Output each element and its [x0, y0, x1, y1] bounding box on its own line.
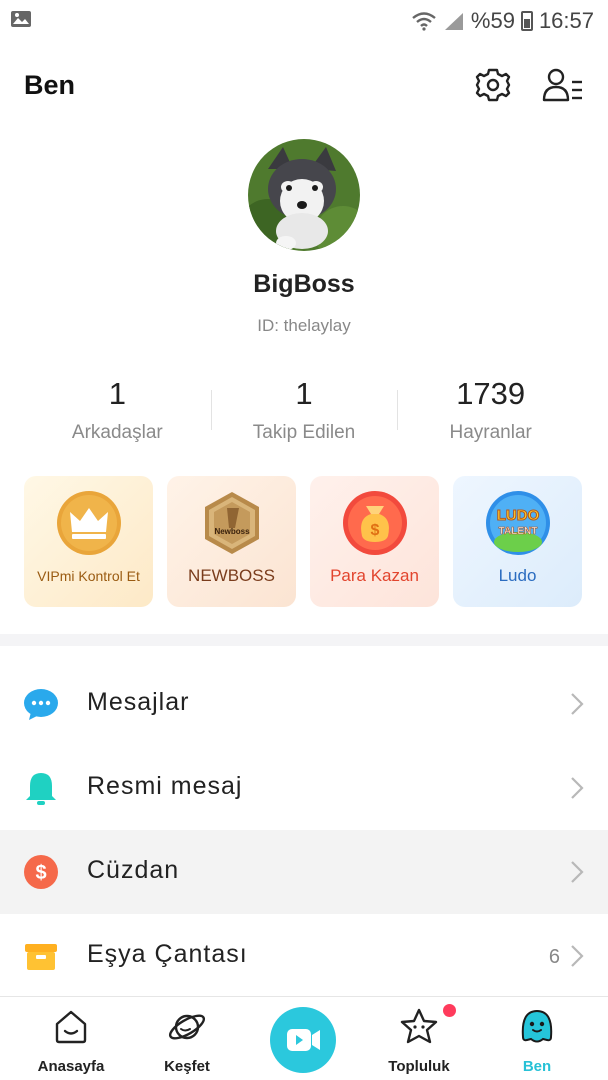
card-label: Para Kazan [330, 566, 419, 585]
menu-item-count: 6 [548, 946, 560, 968]
star-face-icon [400, 1008, 438, 1044]
newboss-badge-icon: Newboss [205, 492, 259, 554]
stats-row: 1 Arkadaşlar 1 Takip Edilen 1739 Hayranl… [24, 376, 584, 456]
username: BigBoss [253, 270, 355, 298]
card-label: VIPmi Kontrol Et [37, 568, 140, 584]
chevron-right-icon [571, 777, 584, 799]
stat-label: Takip Edilen [252, 422, 356, 443]
signal-icon [444, 13, 463, 30]
stat-value: 1 [295, 376, 313, 411]
menu-item-label: Resmi mesaj [87, 772, 243, 800]
stat-friends[interactable]: 1 Arkadaşlar [24, 376, 211, 456]
nav-label: Topluluk [388, 1058, 450, 1075]
profile-face-icon [521, 1009, 553, 1043]
stat-label: Arkadaşlar [71, 422, 163, 443]
stat-value: 1 [108, 376, 126, 411]
page-title: Ben [24, 70, 76, 100]
bottom-nav: Anasayfa Keşfet Topluluk Ben [0, 996, 608, 1080]
ludo-badge-line2: TALENT [499, 526, 538, 537]
stat-value: 1739 [456, 376, 526, 411]
notification-dot [443, 1004, 456, 1017]
section-divider [0, 634, 608, 646]
wallet-dollar-icon: $ [24, 855, 58, 889]
stat-fans[interactable]: 1739 Hayranlar [397, 376, 584, 456]
home-icon [55, 1010, 87, 1044]
contacts-list-icon[interactable] [542, 66, 584, 104]
ludo-talent-icon: LUDO TALENT [486, 491, 550, 555]
menu-item-label: Cüzdan [87, 856, 180, 884]
menu-item-label: Mesajlar [87, 688, 190, 716]
menu-item-wallet[interactable]: $ Cüzdan [0, 830, 608, 914]
nav-item-me[interactable]: Ben [487, 997, 587, 1080]
chevron-right-icon [571, 693, 584, 715]
newboss-badge-text: Newboss [214, 527, 250, 536]
chevron-right-icon [571, 861, 584, 883]
nav-label: Ben [522, 1058, 552, 1075]
card-newboss[interactable]: Newboss NEWBOSS [167, 476, 296, 607]
battery-icon [520, 11, 533, 31]
live-stream-button[interactable] [270, 1007, 336, 1073]
settings-gear-icon[interactable] [474, 66, 512, 104]
video-camera-icon [287, 1029, 320, 1051]
crown-icon [57, 491, 121, 555]
clock: 16:57 [538, 8, 594, 33]
menu-item-item-bag[interactable]: Eşya Çantası 6 [0, 914, 608, 998]
user-id: ID: thelaylay [257, 316, 351, 335]
menu-list: Mesajlar Resmi mesaj $ Cüzdan Eşya Çanta… [0, 662, 608, 998]
card-vip[interactable]: VIPmi Kontrol Et [24, 476, 153, 607]
wifi-icon [412, 12, 436, 31]
card-label: NEWBOSS [188, 566, 275, 585]
nav-label: Anasayfa [37, 1058, 105, 1075]
card-ludo[interactable]: LUDO TALENT Ludo [453, 476, 582, 607]
chat-bubble-icon [24, 689, 58, 720]
money-bag-icon: $ [343, 491, 407, 555]
nav-item-discover[interactable]: Keşfet [137, 997, 237, 1080]
menu-item-label: Eşya Çantası [87, 940, 248, 968]
gallery-notification-icon [11, 11, 31, 27]
planet-icon [168, 1014, 206, 1040]
avatar[interactable] [248, 139, 360, 251]
nav-label: Keşfet [164, 1058, 210, 1075]
nav-item-home[interactable]: Anasayfa [21, 997, 121, 1080]
svg-text:$: $ [35, 862, 46, 884]
bell-icon [26, 773, 56, 805]
menu-item-official-message[interactable]: Resmi mesaj [0, 746, 608, 830]
ludo-badge-line1: LUDO [497, 507, 540, 524]
avatar-husky-photo [248, 139, 360, 251]
menu-item-messages[interactable]: Mesajlar [0, 662, 608, 746]
bag-icon [25, 944, 57, 970]
feature-cards: VIPmi Kontrol Et Newboss NEWBOSS $ Para … [24, 476, 584, 607]
status-bar: %59 16:57 [0, 0, 608, 42]
card-para-kazan[interactable]: $ Para Kazan [310, 476, 439, 607]
svg-text:$: $ [371, 522, 380, 539]
card-label: Ludo [498, 566, 537, 585]
battery-percent: %59 [470, 8, 515, 33]
chevron-right-icon [571, 945, 584, 967]
stat-label: Hayranlar [449, 422, 532, 443]
stat-following[interactable]: 1 Takip Edilen [210, 376, 398, 456]
